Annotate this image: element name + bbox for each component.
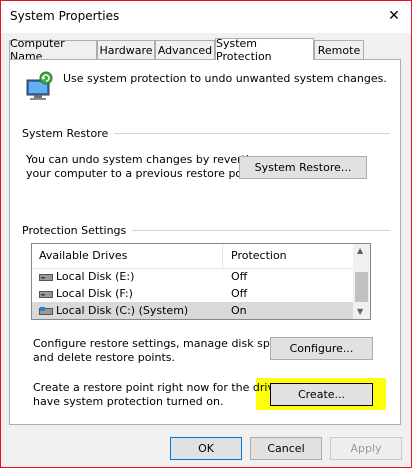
tab-panel — [9, 59, 401, 425]
configure-button[interactable]: Configure... — [270, 337, 373, 360]
drive-row-c-system[interactable]: Local Disk (C:) (System) On — [32, 302, 354, 319]
protection-settings-heading-label: Protection Settings — [22, 224, 127, 237]
configure-description-line2: and delete restore points. — [33, 351, 175, 364]
drive-row-f[interactable]: Local Disk (F:) Off — [32, 285, 354, 302]
divider — [132, 230, 390, 231]
column-separator[interactable] — [222, 244, 223, 268]
drive-name: Local Disk (C:) (System) — [56, 304, 189, 317]
system-restore-button[interactable]: System Restore... — [239, 156, 367, 179]
drive-name: Local Disk (E:) — [56, 270, 135, 283]
scrollbar-thumb[interactable] — [355, 272, 368, 302]
drive-row-e[interactable]: Local Disk (E:) Off — [32, 268, 354, 285]
tab-advanced[interactable]: Advanced — [155, 40, 215, 59]
close-button[interactable]: ✕ — [377, 1, 411, 31]
column-available-drives[interactable]: Available Drives — [39, 249, 127, 262]
drives-list[interactable]: Available Drives Protection Local Disk (… — [31, 243, 371, 320]
drives-list-header: Available Drives Protection — [32, 244, 354, 269]
scroll-up-arrow-icon[interactable]: ▲ — [357, 246, 363, 255]
system-restore-heading-label: System Restore — [22, 127, 109, 140]
scroll-down-arrow-icon[interactable]: ▼ — [357, 307, 363, 316]
system-restore-description-line2: your computer to a previous restore poin… — [26, 167, 260, 180]
configure-description-line1: Configure restore settings, manage disk … — [33, 337, 293, 350]
drives-list-scrollbar[interactable]: ▲ ▼ — [353, 244, 370, 319]
system-restore-description: You can undo system changes by reverting… — [26, 153, 263, 181]
system-drive-icon — [39, 306, 53, 315]
tab-system-protection[interactable]: System Protection — [215, 37, 314, 63]
configure-description: Configure restore settings, manage disk … — [33, 337, 293, 365]
title-bar: System Properties ✕ — [1, 1, 411, 33]
window-title: System Properties — [10, 9, 120, 23]
create-button[interactable]: Create... — [270, 383, 373, 406]
intro-text: Use system protection to undo unwanted s… — [63, 72, 387, 85]
tab-hardware[interactable]: Hardware — [97, 40, 155, 59]
drive-protection-status: On — [231, 304, 247, 317]
tab-computer-name[interactable]: Computer Name — [9, 37, 97, 63]
cancel-button[interactable]: Cancel — [250, 437, 322, 460]
apply-button[interactable]: Apply — [330, 437, 402, 460]
divider — [114, 133, 390, 134]
drive-icon — [39, 272, 53, 281]
drive-protection-status: Off — [231, 287, 248, 300]
drive-protection-status: Off — [231, 270, 248, 283]
system-restore-description-line1: You can undo system changes by reverting — [26, 153, 263, 166]
tab-remote[interactable]: Remote — [314, 40, 364, 59]
system-protection-icon — [21, 70, 57, 104]
system-restore-heading: System Restore — [22, 127, 390, 140]
drive-icon — [39, 289, 53, 298]
protection-settings-heading: Protection Settings — [22, 224, 390, 237]
column-protection[interactable]: Protection — [231, 249, 287, 262]
drive-name: Local Disk (F:) — [56, 287, 133, 300]
ok-button[interactable]: OK — [170, 437, 242, 460]
